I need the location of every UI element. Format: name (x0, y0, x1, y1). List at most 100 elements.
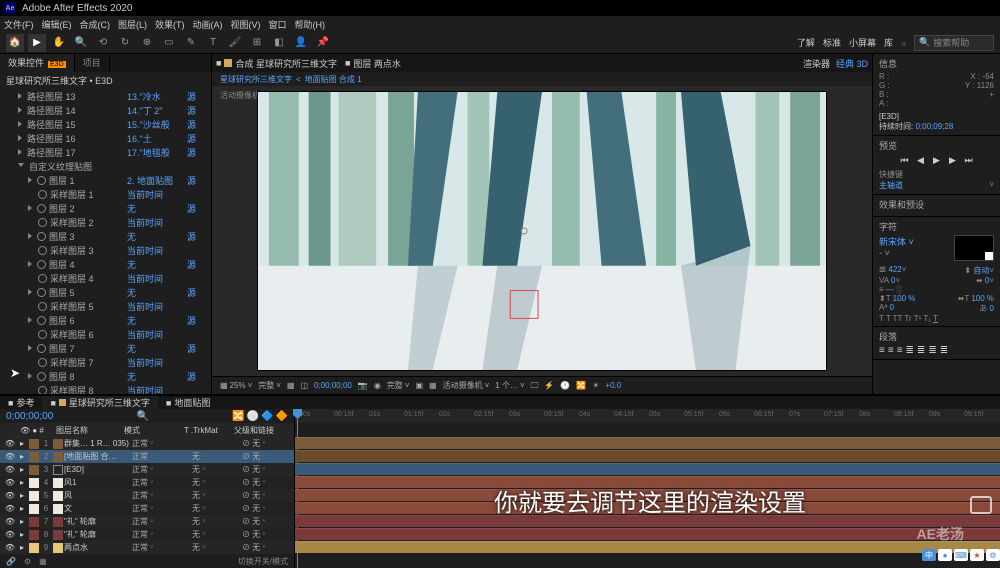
selection-tool[interactable]: ▶ (28, 34, 46, 52)
home-tool[interactable]: 🏠 (6, 34, 24, 52)
kerning[interactable]: 0 (891, 276, 895, 285)
layer-row-2[interactable]: 👁▸2[地面贴图 合…正常˅无˅⊘ 无˅ (0, 450, 294, 463)
camera-dropdown[interactable]: 活动摄像机 ˅ (443, 380, 490, 391)
layer-row-8[interactable]: 👁▸8"礼" 轮廓正常˅无˅⊘ 无˅ (0, 528, 294, 541)
prop-采样图层 8[interactable]: 采样图层 8当前时间 (0, 383, 211, 394)
workspace-learn[interactable]: 了解 (797, 36, 815, 49)
tl-toggle-shy[interactable]: 🔗 (6, 557, 16, 566)
tab-project[interactable]: 项目 (75, 54, 110, 72)
prop-自定义纹理贴图[interactable]: 自定义纹理贴图 (0, 159, 211, 173)
menu-effect[interactable]: 效果(T) (155, 18, 185, 31)
prev-frame-btn[interactable]: ◀ (914, 154, 928, 166)
layer-row-3[interactable]: 👁▸3[E3D]正常˅无˅⊘ 无˅ (0, 463, 294, 476)
prop-图层 5[interactable]: 图层 5无源 (0, 285, 211, 299)
track-bar-1[interactable] (295, 437, 1000, 449)
brush-tool[interactable]: 🖌 (226, 34, 244, 52)
text-tool[interactable]: T (204, 34, 222, 52)
hscale[interactable]: 100 % (971, 294, 994, 303)
layer-row-1[interactable]: 👁▸1群集… 1 R… 035)正常˅⊘ 无˅ (0, 437, 294, 450)
tl-tab-tex[interactable]: ■ 地面贴图 (158, 396, 218, 409)
color-swatch[interactable] (954, 235, 994, 261)
prop-采样图层 5[interactable]: 采样图层 5当前时间 (0, 299, 211, 313)
comp-tab-layer[interactable]: ■ 图层 两点水 (345, 57, 401, 70)
last-frame-btn[interactable]: ⏭ (962, 154, 976, 166)
zoom-tool[interactable]: 🔍 (72, 34, 90, 52)
layer-row-7[interactable]: 👁▸7"礼" 轮廓正常˅无˅⊘ 无˅ (0, 515, 294, 528)
track-bar-8[interactable] (295, 528, 1000, 540)
fast-preview-btn[interactable]: ⚡ (544, 381, 554, 390)
track-bar-6[interactable] (295, 502, 1000, 514)
menu-file[interactable]: 文件(F) (4, 18, 34, 31)
quality-dropdown[interactable]: 完整 ˅ (387, 380, 410, 391)
tracking[interactable]: 0 (985, 276, 989, 285)
comp-render[interactable] (257, 91, 827, 371)
align-center-btn[interactable]: ≡ (888, 345, 894, 356)
tl-opt1[interactable]: 🔀 (232, 411, 244, 422)
timeline-tracks[interactable]: 00s00:15f01s01:15f02s02:15f03s03:15f04s0… (295, 409, 1000, 568)
prop-路径图层 17[interactable]: 路径图层 1717."地毯般源 (0, 145, 211, 159)
puppet-tool[interactable]: 📌 (314, 34, 332, 52)
views-dropdown[interactable]: 1 个… ˅ (495, 380, 524, 391)
layer-row-6[interactable]: 👁▸6文正常˅无˅⊘ 无˅ (0, 502, 294, 515)
time-display[interactable]: 0;00;00;00 (314, 381, 352, 390)
prop-路径图层 14[interactable]: 路径图层 1414."丁 2"源 (0, 103, 211, 117)
baseline[interactable]: 0 (890, 303, 894, 312)
anchor-tool[interactable]: ⊕ (138, 34, 156, 52)
tl-tab-ref[interactable]: ■ 参考 (0, 396, 42, 409)
tl-search[interactable]: 🔍 (137, 411, 149, 422)
prop-采样图层 3[interactable]: 采样图层 3当前时间 (0, 243, 211, 257)
align-right-btn[interactable]: ≡ (897, 345, 903, 356)
prop-采样图层 1[interactable]: 采样图层 1当前时间 (0, 187, 211, 201)
menu-window[interactable]: 窗口 (269, 18, 287, 31)
paragraph-panel[interactable]: 段落 ≡ ≡ ≡ ≣ ≣ ≣ ≣ (873, 327, 1000, 360)
fx-presets-panel[interactable]: 效果和预设 (873, 195, 1000, 217)
prop-图层 2[interactable]: 图层 2无源 (0, 201, 211, 215)
ime-btn2[interactable]: ⌨ (954, 549, 968, 561)
current-time[interactable]: 0;00;00;00 (6, 411, 53, 422)
exposure-btn[interactable]: ☀ (592, 381, 599, 390)
prop-路径图层 16[interactable]: 路径图层 1616."土源 (0, 131, 211, 145)
menu-comp[interactable]: 合成(C) (80, 18, 111, 31)
ime-btn3[interactable]: ★ (970, 549, 984, 561)
viewer[interactable]: 活动摄像机 (212, 86, 872, 376)
prop-采样图层 2[interactable]: 采样图层 2当前时间 (0, 215, 211, 229)
hand-tool[interactable]: ✋ (50, 34, 68, 52)
justify-left-btn[interactable]: ≣ (906, 345, 914, 356)
tl-opt3[interactable]: 🔷 (261, 411, 273, 422)
zoom-dropdown[interactable]: ▦ 25% ˅ (220, 381, 252, 390)
toggle-switches[interactable]: 切换开关/模式 (238, 556, 288, 567)
tl-toggle-fx[interactable]: ⚙ (24, 557, 31, 566)
tl-tab-main[interactable]: ■ 星球研究所三维文字 (42, 396, 157, 409)
vscale[interactable]: 100 % (893, 294, 916, 303)
track-bar-7[interactable] (295, 515, 1000, 527)
track-bar-3[interactable] (295, 463, 1000, 475)
prop-图层 1[interactable]: 图层 12. 地面贴图源 (0, 173, 211, 187)
text-style-buttons[interactable]: T T TT Tr T¹ T₁ T (879, 314, 994, 323)
ime-btn4[interactable]: ⚙ (986, 549, 1000, 561)
mask-toggle[interactable]: ◫ (300, 381, 308, 390)
help-search[interactable]: 🔍搜索帮助 (914, 35, 994, 51)
menu-layer[interactable]: 图层(L) (118, 18, 147, 31)
layer-row-5[interactable]: 👁▸5风正常˅无˅⊘ 无˅ (0, 489, 294, 502)
prop-图层 7[interactable]: 图层 7无源 (0, 341, 211, 355)
menu-anim[interactable]: 动画(A) (193, 18, 223, 31)
justify-right-btn[interactable]: ≣ (928, 345, 936, 356)
track-bar-9[interactable] (295, 541, 1000, 553)
prop-采样图层 4[interactable]: 采样图层 4当前时间 (0, 271, 211, 285)
workspace-standard[interactable]: 标准 (823, 36, 841, 49)
transparency-btn[interactable]: ▦ (429, 381, 437, 390)
justify-center-btn[interactable]: ≣ (917, 345, 925, 356)
channel-btn[interactable]: ◉ (374, 381, 381, 390)
tab-effect-controls[interactable]: 效果控件E3D (0, 54, 75, 72)
exposure-value[interactable]: +0.0 (605, 381, 621, 390)
rotate-tool[interactable]: ↻ (116, 34, 134, 52)
stamp-tool[interactable]: ⊞ (248, 34, 266, 52)
justify-all-btn[interactable]: ≣ (940, 345, 948, 356)
prop-路径图层 15[interactable]: 路径图层 1515."沙丝般源 (0, 117, 211, 131)
layer-row-9[interactable]: 👁▸9两点水正常˅无˅⊘ 无˅ (0, 541, 294, 554)
res-dropdown[interactable]: 完整 ˅ (258, 380, 281, 391)
orbit-tool[interactable]: ⟲ (94, 34, 112, 52)
menu-help[interactable]: 帮助(H) (295, 18, 326, 31)
snapshot-btn[interactable]: 📷 (358, 381, 368, 390)
menu-view[interactable]: 视图(V) (231, 18, 261, 31)
